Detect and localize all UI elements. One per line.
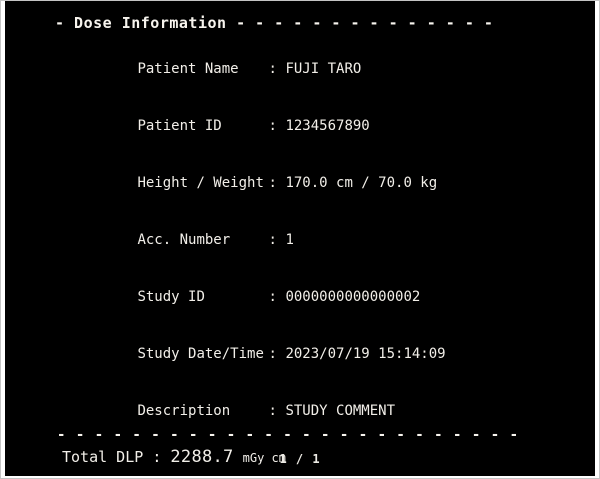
- info-value: STUDY COMMENT: [285, 403, 395, 419]
- dose-information-panel: - Dose Information - - - - - - - - - - -…: [5, 1, 595, 476]
- info-value: 170.0 cm / 70.0 kg: [285, 175, 437, 191]
- info-label: Patient Name: [137, 60, 268, 79]
- info-row-study-id: Study ID:0000000000000002: [70, 269, 595, 326]
- info-value: FUJI TARO: [285, 61, 361, 77]
- info-colon: :: [268, 117, 285, 136]
- info-row-study-datetime: Study Date/Time:2023/07/19 15:14:09: [70, 326, 595, 383]
- info-label: Acc. Number: [137, 231, 268, 250]
- info-label: Study ID: [137, 288, 268, 307]
- info-label: Description: [137, 402, 268, 421]
- info-colon: :: [268, 402, 285, 421]
- info-value: 0000000000000002: [285, 289, 420, 305]
- info-value: 1: [285, 232, 293, 248]
- info-colon: :: [268, 60, 285, 79]
- info-label: Patient ID: [137, 117, 268, 136]
- info-label: Height / Weight: [137, 174, 268, 193]
- footer-divider: - - - - - - - - - - - - - - - - - - - - …: [57, 427, 519, 443]
- info-row-patient-name: Patient Name:FUJI TARO: [70, 41, 595, 98]
- info-colon: :: [268, 288, 285, 307]
- info-row-patient-id: Patient ID:1234567890: [70, 98, 595, 155]
- info-label: Study Date/Time: [137, 345, 268, 364]
- patient-info-block: Patient Name:FUJI TARO Patient ID:123456…: [70, 41, 595, 440]
- info-value: 2023/07/19 15:14:09: [285, 346, 445, 362]
- info-colon: :: [268, 174, 285, 193]
- screen-frame: - Dose Information - - - - - - - - - - -…: [0, 0, 600, 479]
- info-row-acc-number: Acc. Number:1: [70, 212, 595, 269]
- page-title: - Dose Information - - - - - - - - - - -…: [55, 14, 595, 32]
- page-indicator: 1 / 1: [5, 452, 595, 466]
- info-row-height-weight: Height / Weight:170.0 cm / 70.0 kg: [70, 155, 595, 212]
- info-colon: :: [268, 345, 285, 364]
- info-colon: :: [268, 231, 285, 250]
- info-value: 1234567890: [285, 118, 369, 134]
